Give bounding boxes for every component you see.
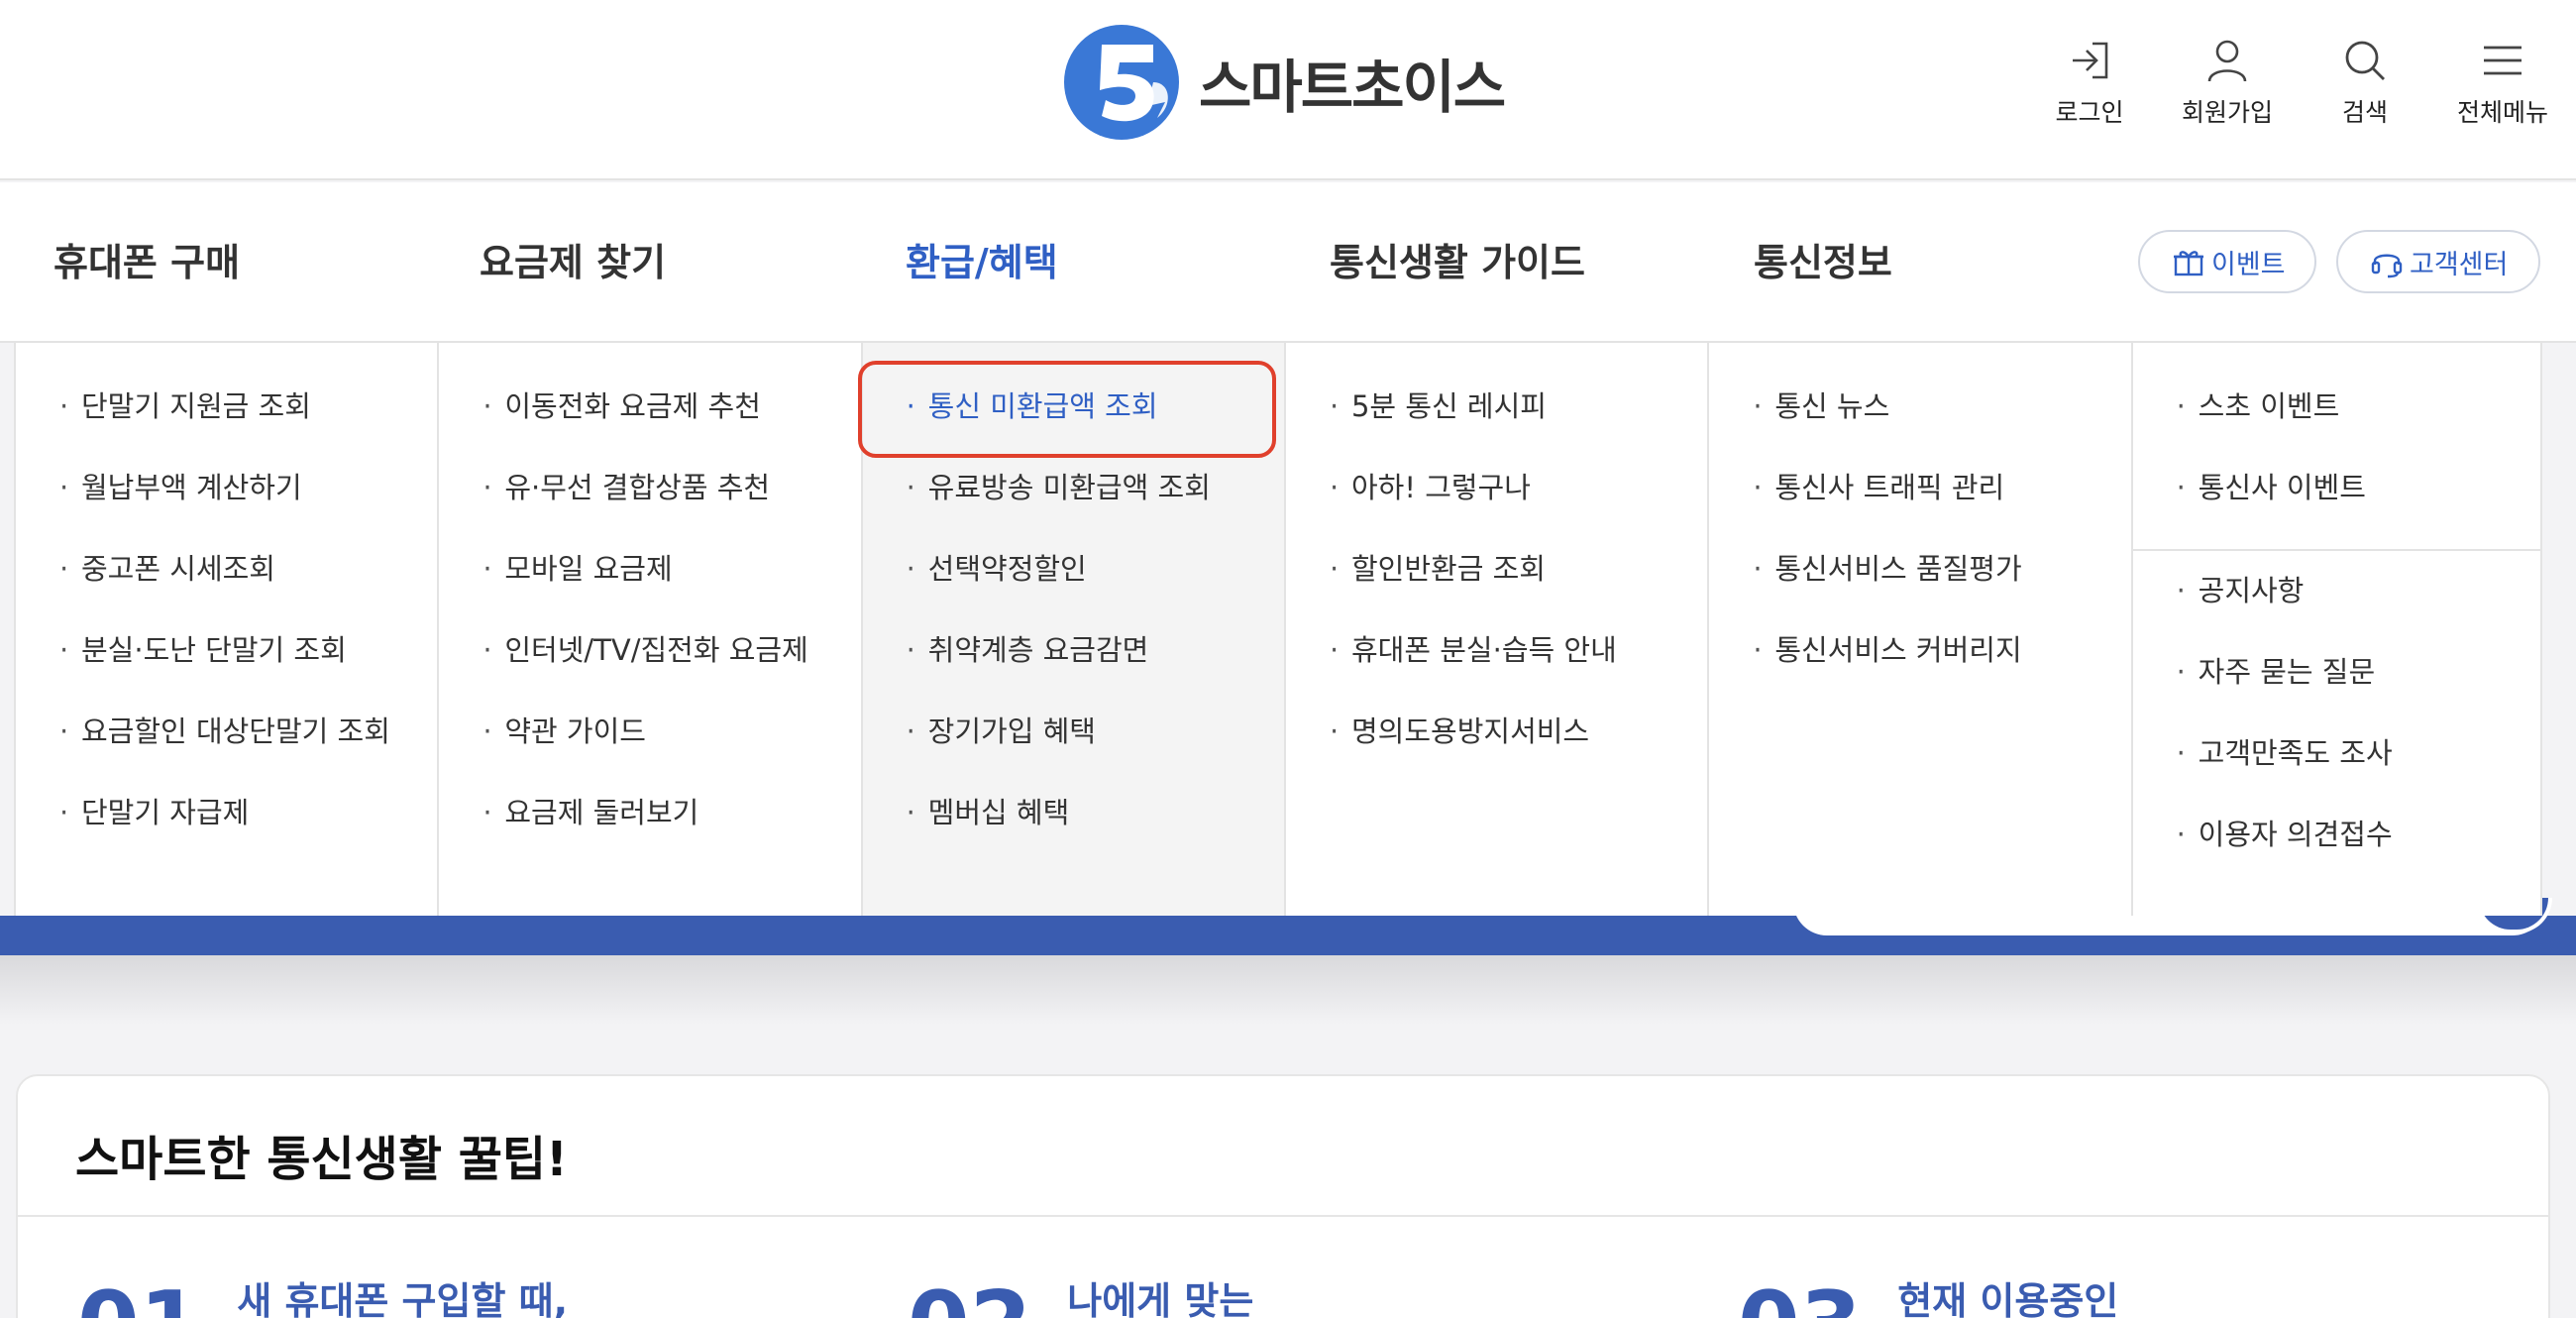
site-header: 스마트초이스 로그인 회원가입 검색 전체메뉴: [0, 0, 2576, 180]
event-button[interactable]: 이벤트: [2138, 230, 2316, 293]
support-spacer: [2133, 551, 2540, 571]
event-label: 이벤트: [2211, 249, 2286, 280]
login-button[interactable]: 로그인: [2045, 36, 2134, 129]
site-logo[interactable]: 스마트초이스: [1062, 22, 1506, 143]
search-button[interactable]: 검색: [2320, 36, 2410, 129]
menu-internet-tv-phone-plans[interactable]: 인터넷/TV/집전화 요금제: [439, 630, 860, 712]
menu-mobile-plan-recommend[interactable]: 이동전화 요금제 추천: [439, 386, 860, 468]
user-icon: [2207, 40, 2247, 82]
search-label: 검색: [2341, 98, 2388, 127]
tips-divider: [18, 1215, 2548, 1217]
main-nav: 휴대폰 구매 요금제 찾기 환급/혜택 통신생활 가이드 통신정보 이벤트 고객…: [0, 182, 2576, 343]
menu-telecom-news[interactable]: 통신 뉴스: [1709, 386, 2130, 468]
menu-quality-evaluation[interactable]: 통신서비스 품질평가: [1709, 549, 2130, 630]
mega-col-phone-purchase: 단말기 지원금 조회 월납부액 계산하기 중고폰 시세조회 분실·도난 단말기 …: [16, 343, 440, 916]
tip-item-3[interactable]: 03 현재 이용중인: [1738, 1270, 2118, 1318]
menu-identity-theft-prevention[interactable]: 명의도용방지서비스: [1286, 712, 1707, 793]
menu-monthly-payment-calc[interactable]: 월납부액 계산하기: [16, 468, 437, 549]
menu-subsidy-lookup[interactable]: 단말기 지원금 조회: [16, 386, 437, 468]
all-menu-button[interactable]: 전체메뉴: [2457, 36, 2548, 129]
logo-text: 스마트초이스: [1199, 54, 1506, 121]
customer-center-label: 고객센터: [2410, 249, 2509, 280]
menu-vulnerable-discount[interactable]: 취약계층 요금감면: [863, 630, 1284, 712]
menu-carrier-event[interactable]: 통신사 이벤트: [2133, 468, 2540, 549]
menu-notice[interactable]: 공지사항: [2133, 571, 2540, 652]
menu-browse-plans[interactable]: 요금제 둘러보기: [439, 793, 860, 874]
menu-satisfaction-survey[interactable]: 고객만족도 조사: [2133, 733, 2540, 815]
menu-user-feedback[interactable]: 이용자 의견접수: [2133, 815, 2540, 896]
customer-center-button[interactable]: 고객센터: [2336, 230, 2540, 293]
nav-telecom-guide[interactable]: 통신생활 가이드: [1330, 232, 1585, 286]
mega-menu: 단말기 지원금 조회 월납부액 계산하기 중고폰 시세조회 분실·도난 단말기 …: [14, 343, 2542, 916]
tip-item-2[interactable]: 02 나에게 맞는: [908, 1270, 1253, 1318]
tip-number: 03: [1738, 1280, 1862, 1318]
tip-text: 나에게 맞는: [1067, 1279, 1254, 1318]
menu-terms-guide[interactable]: 약관 가이드: [439, 712, 860, 793]
menu-unlocked-device[interactable]: 단말기 자급제: [16, 793, 437, 874]
menu-traffic-management[interactable]: 통신사 트래픽 관리: [1709, 468, 2130, 549]
gift-icon: [2174, 251, 2203, 276]
mega-col-telecom-guide: 5분 통신 레시피 아하! 그렇구나 할인반환금 조회 휴대폰 분실·습득 안내…: [1286, 343, 1710, 916]
tip-number: 02: [908, 1280, 1031, 1318]
tips-title: 스마트한 통신생활 꿀팁!: [75, 1132, 568, 1187]
all-menu-label: 전체메뉴: [2456, 98, 2548, 127]
tip-text: 현재 이용중인: [1897, 1279, 2119, 1318]
menu-5min-recipe[interactable]: 5분 통신 레시피: [1286, 386, 1707, 468]
menu-aha[interactable]: 아하! 그렇구나: [1286, 468, 1707, 549]
menu-bundle-recommend[interactable]: 유·무선 결합상품 추천: [439, 468, 860, 549]
menu-long-term-benefits[interactable]: 장기가입 혜택: [863, 712, 1284, 793]
mega-col-refund-benefits: 통신 미환급액 조회 유료방송 미환급액 조회 선택약정할인 취약계층 요금감면…: [862, 343, 1286, 916]
menu-lost-stolen-lookup[interactable]: 분실·도난 단말기 조회: [16, 630, 437, 712]
login-label: 로그인: [2055, 98, 2124, 127]
utility-nav: 로그인 회원가입 검색 전체메뉴: [2045, 36, 2548, 129]
tip-text: 새 휴대폰 구입할 때,: [237, 1279, 569, 1318]
menu-shadow: [0, 955, 2576, 1025]
tip-item-1[interactable]: 01 새 휴대폰 구입할 때,: [77, 1270, 568, 1318]
menu-service-coverage[interactable]: 통신서비스 커버리지: [1709, 630, 2130, 712]
login-icon: [2072, 42, 2108, 79]
menu-used-phone-price[interactable]: 중고폰 시세조회: [16, 549, 437, 630]
menu-lost-found-guide[interactable]: 휴대폰 분실·습득 안내: [1286, 630, 1707, 712]
nav-phone-purchase[interactable]: 휴대폰 구매: [54, 232, 240, 286]
signup-button[interactable]: 회원가입: [2182, 36, 2273, 129]
headset-icon: [2371, 254, 2403, 278]
nav-plan-search[interactable]: 요금제 찾기: [480, 232, 666, 286]
menu-mobile-plans[interactable]: 모바일 요금제: [439, 549, 860, 630]
mega-col-plan-search: 이동전화 요금제 추천 유·무선 결합상품 추천 모바일 요금제 인터넷/TV/…: [439, 343, 863, 916]
logo-mark-icon: [1064, 25, 1179, 140]
tips-card: 스마트한 통신생활 꿀팁! 01 새 휴대폰 구입할 때, 02 나에게 맞는 …: [16, 1074, 2550, 1318]
menu-paytv-unrefunded-lookup[interactable]: 유료방송 미환급액 조회: [863, 468, 1284, 549]
mega-col-support: 스초 이벤트 통신사 이벤트 공지사항 자주 묻는 질문 고객만족도 조사 이용…: [2132, 343, 2540, 916]
tip-number: 01: [77, 1280, 201, 1318]
search-icon: [2345, 41, 2385, 80]
menu-faq[interactable]: 자주 묻는 질문: [2133, 652, 2540, 733]
menu-membership-benefits[interactable]: 멤버십 혜택: [863, 793, 1284, 874]
menu-cancellation-fee-lookup[interactable]: 할인반환금 조회: [1286, 549, 1707, 630]
menu-icon: [2483, 46, 2522, 75]
menu-selective-contract-discount[interactable]: 선택약정할인: [863, 549, 1284, 630]
mega-col-telecom-info: 통신 뉴스 통신사 트래픽 관리 통신서비스 품질평가 통신서비스 커버리지: [1709, 343, 2133, 916]
menu-unrefunded-lookup[interactable]: 통신 미환급액 조회: [863, 386, 1284, 468]
signup-label: 회원가입: [2181, 98, 2273, 127]
menu-discount-device-lookup[interactable]: 요금할인 대상단말기 조회: [16, 712, 437, 793]
nav-refund-benefits[interactable]: 환급/혜택: [906, 232, 1058, 286]
menu-smartchoice-event[interactable]: 스초 이벤트: [2133, 386, 2540, 468]
nav-telecom-info[interactable]: 통신정보: [1754, 232, 1892, 286]
